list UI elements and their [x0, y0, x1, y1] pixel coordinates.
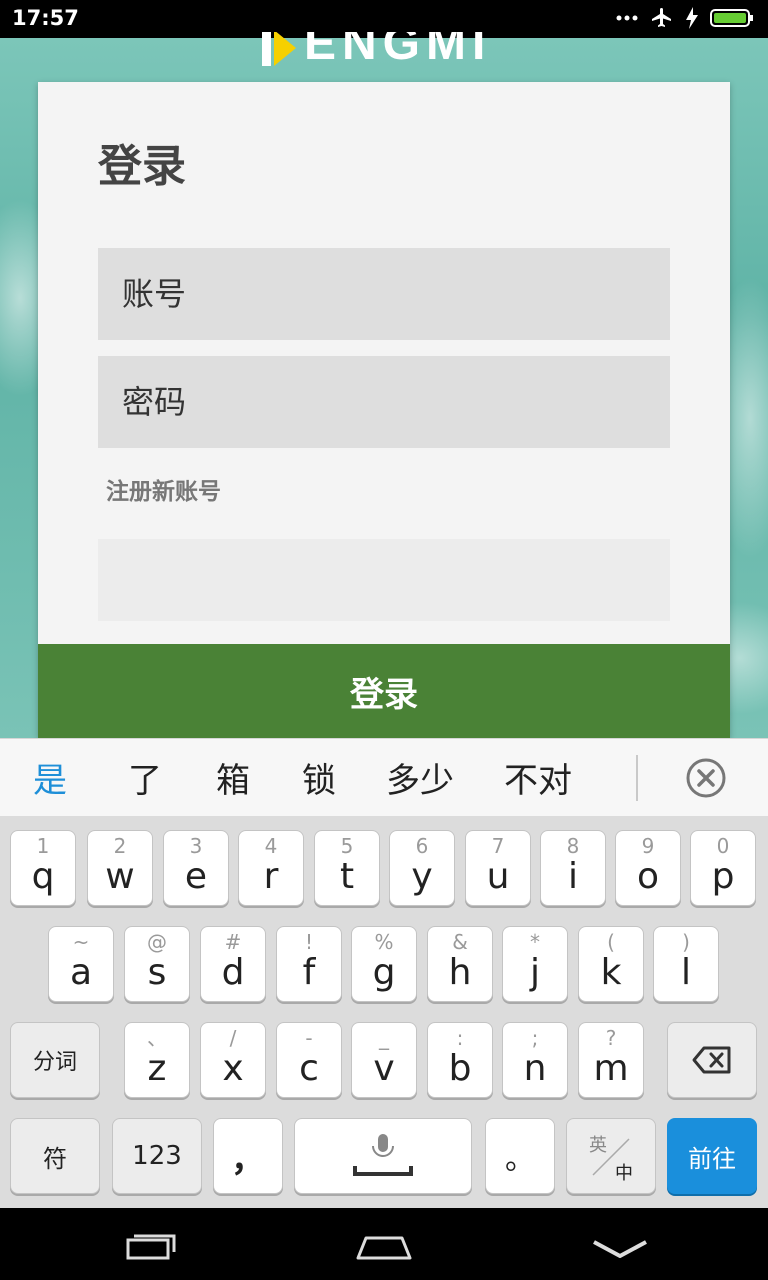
candidate-item[interactable]: 了 [128, 753, 162, 802]
microphone-icon [295, 1119, 471, 1193]
home-button[interactable] [354, 1224, 414, 1268]
key-e[interactable]: 3e [163, 830, 229, 906]
login-card: 登录 注册新账号 登录 [38, 82, 730, 738]
recent-apps-button[interactable] [124, 1224, 180, 1268]
period-key[interactable]: 。 [485, 1118, 555, 1194]
key-o[interactable]: 9o [615, 830, 681, 906]
status-icons [616, 6, 754, 30]
close-candidates-button[interactable] [684, 756, 728, 800]
key-r[interactable]: 4r [238, 830, 304, 906]
slash-divider-icon [592, 1138, 630, 1176]
key-f[interactable]: ! f [276, 926, 342, 1002]
app-logo: ENGMI [262, 32, 491, 66]
symbol-key[interactable]: 符 [10, 1118, 100, 1194]
home-icon [356, 1236, 412, 1260]
key-k[interactable]: (k [578, 926, 644, 1002]
captcha-area [98, 539, 670, 621]
key-p[interactable]: 0p [690, 830, 756, 906]
key-i[interactable]: 8i [540, 830, 606, 906]
key-q[interactable]: 1q [10, 830, 76, 906]
key-s[interactable]: @ s [124, 926, 190, 1002]
more-dots-icon [616, 14, 638, 22]
page-title: 登录 [98, 141, 186, 192]
key-n[interactable]: ; n [502, 1022, 568, 1098]
soft-keyboard: 1q 2w 3e 4r 5t 6y 7u 8i 9o 0p ~ a @ s # d !… [0, 816, 768, 1208]
charging-bolt-icon [686, 7, 698, 29]
key-u[interactable]: 7u [465, 830, 531, 906]
candidate-item[interactable]: 是 [33, 753, 67, 802]
password-input[interactable] [98, 356, 642, 448]
key-z[interactable]: 、 z [124, 1022, 190, 1098]
key-a[interactable]: ~ a [48, 926, 114, 1002]
key-m[interactable]: ? m [578, 1022, 644, 1098]
key-h[interactable]: & h [427, 926, 493, 1002]
account-field[interactable] [98, 248, 670, 340]
recent-apps-icon [126, 1234, 176, 1260]
split-word-key[interactable]: 分词 [10, 1022, 100, 1098]
back-icon [593, 1240, 647, 1258]
go-key[interactable]: 前往 [667, 1118, 757, 1194]
status-time: 17:57 [12, 6, 79, 30]
airplane-icon [650, 6, 674, 30]
space-key[interactable] [294, 1118, 472, 1194]
logo-play-icon [262, 32, 296, 66]
logo-text: ENGMI [304, 32, 492, 66]
key-l[interactable]: ) l [653, 926, 719, 1002]
candidate-item[interactable]: 锁 [302, 753, 336, 802]
candidate-item[interactable]: 箱 [216, 753, 250, 802]
key-b[interactable]: :b [427, 1022, 493, 1098]
key-j[interactable]: * j [502, 926, 568, 1002]
backspace-icon [668, 1023, 756, 1097]
candidate-item[interactable]: 不对 [504, 753, 572, 802]
candidate-item[interactable]: 多少 [386, 753, 454, 802]
password-field[interactable] [98, 356, 670, 448]
close-circle-icon [686, 758, 726, 798]
key-v[interactable]: _ v [351, 1022, 417, 1098]
register-link[interactable]: 注册新账号 [106, 472, 221, 506]
language-switch-key[interactable]: 英 中 [566, 1118, 656, 1194]
key-y[interactable]: 6y [389, 830, 455, 906]
numeric-key[interactable]: 123 [112, 1118, 202, 1194]
comma-key[interactable]: ， [213, 1118, 283, 1194]
navigation-bar [0, 1208, 768, 1280]
key-x[interactable]: / x [200, 1022, 266, 1098]
ime-candidate-bar: 是 了 箱 锁 多少 不对 [0, 738, 768, 817]
key-c[interactable]: -c [276, 1022, 342, 1098]
account-input[interactable] [98, 248, 642, 340]
key-w[interactable]: 2w [87, 830, 153, 906]
back-button[interactable] [590, 1224, 650, 1268]
candidate-divider [636, 755, 638, 801]
battery-icon [710, 7, 754, 29]
key-d[interactable]: # d [200, 926, 266, 1002]
backspace-key[interactable] [667, 1022, 757, 1098]
key-t[interactable]: 5t [314, 830, 380, 906]
key-g[interactable]: % g [351, 926, 417, 1002]
login-button[interactable]: 登录 [38, 644, 730, 738]
